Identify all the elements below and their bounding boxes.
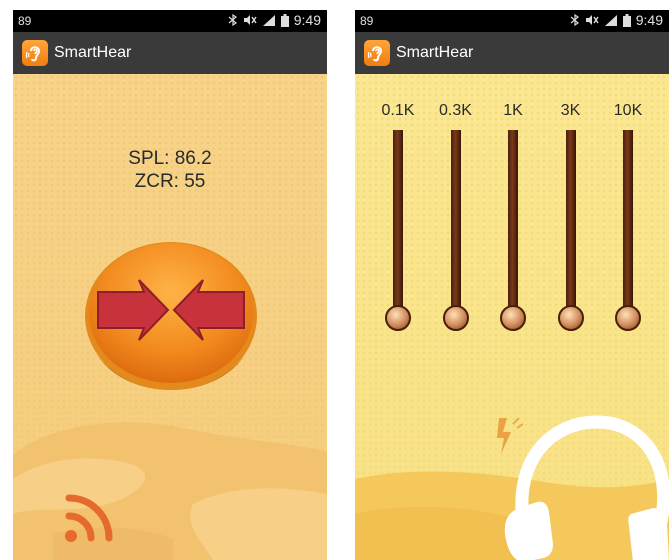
eq-band-label: 10K — [613, 102, 643, 119]
ear-icon[interactable] — [364, 40, 390, 66]
battery-icon — [280, 13, 289, 27]
eq-band-label: 0.3K — [439, 102, 472, 119]
eq-band-label: 3K — [560, 102, 581, 119]
eq-slider-knob[interactable] — [557, 305, 584, 331]
bluetooth-icon — [228, 14, 238, 26]
mute-icon — [243, 14, 257, 26]
app-title: SmartHear — [54, 44, 132, 61]
main-content: SPL: 86.2 ZCR: 55 — [13, 74, 327, 560]
headphones-icon — [504, 415, 669, 560]
eq-slider[interactable] — [557, 130, 584, 332]
ear-icon[interactable] — [22, 40, 48, 66]
eq-slider[interactable] — [500, 130, 526, 332]
signal-icon — [262, 14, 276, 26]
phone-screen-equalizer: 89 9:49 SmartHear 0.1K 0.3K 1K 3K 10K — [355, 10, 669, 560]
power-button[interactable] — [84, 240, 259, 395]
eq-slider-knob[interactable] — [615, 305, 641, 331]
eq-band-label: 0.1K — [381, 102, 415, 119]
bluetooth-icon — [570, 14, 580, 26]
battery-icon — [622, 13, 631, 27]
signal-icon — [604, 14, 618, 26]
spl-readout: SPL: 86.2 — [128, 148, 212, 169]
status-bar: 89 9:49 — [355, 10, 669, 32]
eq-slider-knob[interactable] — [442, 305, 469, 331]
eq-slider-track[interactable] — [623, 130, 633, 310]
eq-slider-track[interactable] — [565, 130, 576, 310]
status-number: 89 — [360, 14, 374, 28]
eq-slider-track[interactable] — [393, 130, 403, 310]
zcr-readout: ZCR: 55 — [134, 171, 206, 192]
status-time: 9:49 — [635, 12, 663, 28]
app-bar: SmartHear — [355, 32, 669, 74]
mute-icon — [585, 14, 599, 26]
app-title: SmartHear — [396, 44, 474, 61]
app-bar: SmartHear — [13, 32, 327, 74]
wifi-signal-icon — [65, 494, 113, 542]
eq-slider-knob[interactable] — [500, 305, 526, 331]
phone-screen-main: 89 9:49 SmartHear SPL: 86.2 ZCR: 55 — [13, 10, 327, 560]
status-number: 89 — [18, 14, 32, 28]
status-bar: 89 9:49 — [13, 10, 327, 32]
eq-slider-knob[interactable] — [385, 305, 411, 331]
status-time: 9:49 — [293, 12, 321, 28]
eq-band-label: 1K — [503, 102, 523, 119]
equalizer-content: 0.1K 0.3K 1K 3K 10K — [355, 74, 669, 560]
eq-slider[interactable] — [385, 130, 411, 332]
eq-slider[interactable] — [442, 130, 469, 332]
eq-slider-track[interactable] — [508, 130, 518, 310]
eq-slider-track[interactable] — [450, 130, 461, 310]
eq-slider[interactable] — [615, 130, 641, 332]
